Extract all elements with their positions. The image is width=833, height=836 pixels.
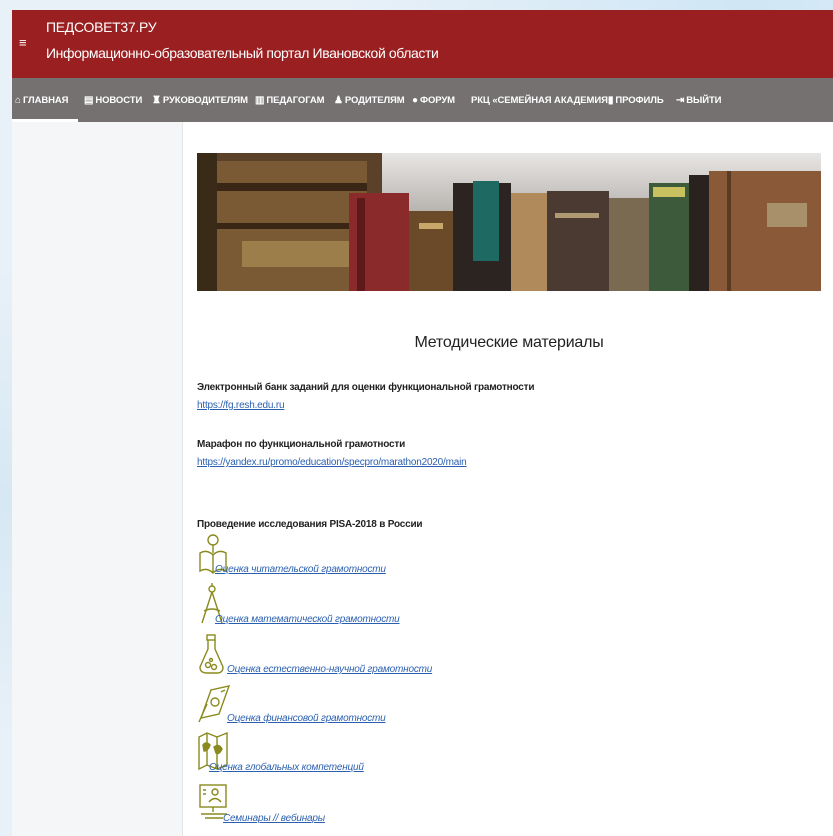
nav-item-label: РОДИТЕЛЯМ [344, 94, 405, 106]
site-subtitle: Информационно-образовательный портал Ива… [46, 45, 439, 61]
left-sidebar [12, 122, 183, 836]
nav-item-family-academy[interactable]: РКЦ «СЕМЕЙНАЯ АКАДЕМИЯ» [471, 92, 613, 108]
pisa-item-finance[interactable]: Оценка финансовой грамотности [197, 682, 597, 726]
pisa-item-global[interactable]: Оценка глобальных компетенций [197, 731, 597, 775]
pisa-link[interactable]: Оценка финансовой грамотности [227, 713, 386, 724]
marathon-link[interactable]: https://yandex.ru/promo/education/specpr… [197, 457, 467, 468]
pisa-link[interactable]: Оценка глобальных компетенций [209, 762, 364, 773]
nav-item-news[interactable]: ▤ НОВОСТИ [84, 92, 142, 108]
bank-link[interactable]: https://fg.resh.edu.ru [197, 400, 285, 411]
pisa-link[interactable]: Оценка естественно-научной грамотности [227, 664, 432, 675]
pisa-item-science[interactable]: Оценка естественно-научной грамотности [197, 633, 597, 677]
nav-item-label: ФОРУМ [419, 94, 455, 106]
nav-item-label: ПЕДАГОГАМ [266, 94, 325, 106]
nav-item-label: ВЫЙТИ [686, 94, 722, 106]
pisa-link[interactable]: Оценка математической грамотности [215, 614, 400, 625]
nav-item-label: РУКОВОДИТЕЛЯМ [162, 94, 248, 106]
browser-page: ≡ ПЕДСОВЕТ37.РУ Информационно-образовате… [12, 10, 833, 836]
pisa-link[interactable]: Семинары // вебинары [223, 813, 325, 824]
teacher-icon: ▥ [255, 94, 265, 106]
bank-title: Электронный банк заданий для оценки функ… [197, 382, 535, 393]
nav-item-parents[interactable]: ♟ РОДИТЕЛЯМ [334, 92, 405, 108]
pisa-title: Проведение исследования PISA-2018 в Росс… [197, 519, 423, 530]
page-heading: Методические материалы [414, 334, 604, 351]
site-header: ≡ ПЕДСОВЕТ37.РУ Информационно-образовате… [12, 10, 833, 78]
marathon-title: Марафон по функциональной грамотности [197, 439, 406, 450]
nav-item-profile[interactable]: ▮ ПРОФИЛЬ [608, 92, 664, 108]
home-icon: ⌂ [15, 94, 21, 106]
profile-icon: ▮ [608, 94, 614, 106]
news-icon: ▤ [84, 94, 94, 106]
nav-item-managers[interactable]: ♜ РУКОВОДИТЕЛЯМ [152, 92, 248, 108]
pisa-item-reading[interactable]: Оценка читательской грамотности [197, 533, 597, 577]
forum-icon: ● [412, 94, 418, 106]
parents-icon: ♟ [334, 94, 343, 106]
books-banner-image [197, 153, 821, 291]
pisa-link[interactable]: Оценка читательской грамотности [215, 564, 386, 575]
nav-item-label: РКЦ «СЕМЕЙНАЯ АКАДЕМИЯ» [471, 94, 613, 106]
manager-icon: ♜ [152, 94, 161, 106]
main-navigation: ⌂ ГЛАВНАЯ ▤ НОВОСТИ ♜ РУКОВОДИТЕЛЯМ ▥ ПЕ… [12, 78, 833, 122]
nav-item-label: НОВОСТИ [95, 94, 143, 106]
logout-icon: ⇥ [676, 94, 685, 106]
nav-item-teachers[interactable]: ▥ ПЕДАГОГАМ [255, 92, 325, 108]
pisa-item-webinars[interactable]: Семинары // вебинары [197, 782, 597, 826]
flask-icon [197, 633, 229, 680]
pisa-item-math[interactable]: Оценка математической грамотности [197, 583, 597, 627]
nav-item-logout[interactable]: ⇥ ВЫЙТИ [676, 92, 722, 108]
nav-item-home[interactable]: ⌂ ГЛАВНАЯ [15, 92, 68, 108]
nav-item-label: ПРОФИЛЬ [615, 94, 664, 106]
menu-icon[interactable]: ≡ [19, 36, 27, 49]
nav-item-forum[interactable]: ● ФОРУМ [412, 92, 455, 108]
site-title[interactable]: ПЕДСОВЕТ37.РУ [46, 19, 157, 35]
nav-item-label: ГЛАВНАЯ [22, 94, 69, 106]
